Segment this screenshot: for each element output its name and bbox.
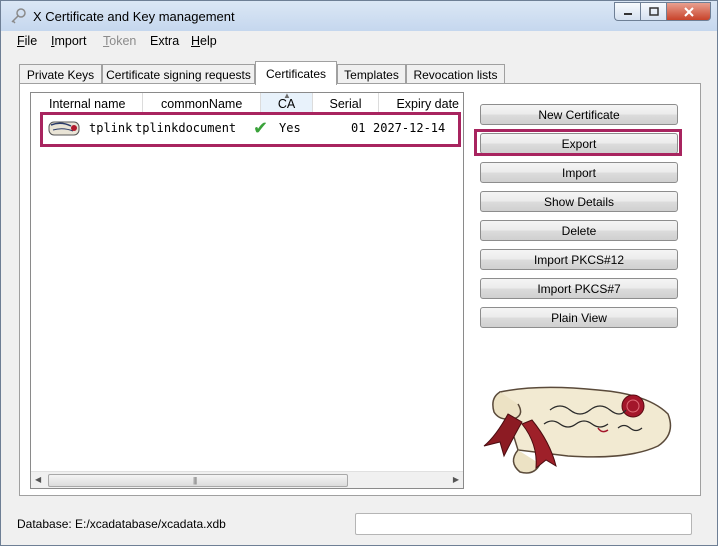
- horizontal-scrollbar[interactable]: ◀ ||| ▶: [31, 471, 463, 488]
- app-key-icon: [11, 8, 26, 24]
- menu-extra[interactable]: Extra: [150, 34, 179, 48]
- import-pkcs12-button[interactable]: Import PKCS#12: [480, 249, 678, 270]
- export-button-highlight: [474, 129, 682, 156]
- show-details-button[interactable]: Show Details: [480, 191, 678, 212]
- tab-certificates[interactable]: Certificates: [255, 61, 337, 85]
- plain-view-button[interactable]: Plain View: [480, 307, 678, 328]
- status-progress-field: [355, 513, 692, 535]
- tab-certificate-signing-requests[interactable]: Certificate signing requests: [102, 64, 255, 84]
- column-internal-name-label: Internal name: [49, 97, 126, 111]
- menu-import-label: mport: [54, 34, 87, 48]
- scrollbar-grip-icon: |||: [193, 476, 197, 485]
- import-pkcs7-button[interactable]: Import PKCS#7: [480, 278, 678, 299]
- menu-file-label: ile: [24, 34, 38, 48]
- menu-bar: File Import Token Extra Help: [1, 31, 717, 51]
- status-database: Database: E:/xcadatabase/xcadata.xdb: [17, 517, 226, 531]
- menu-help-mnemonic: H: [191, 34, 201, 48]
- tab-revocation-lists[interactable]: Revocation lists: [406, 64, 505, 84]
- certificate-scroll-logo: [483, 386, 672, 474]
- sort-ascending-icon: ▲: [283, 92, 291, 100]
- selected-row-highlight: [40, 112, 461, 147]
- tab-templates[interactable]: Templates: [337, 64, 406, 84]
- scroll-right-icon[interactable]: ▶: [453, 475, 459, 484]
- column-serial-label: Serial: [329, 97, 362, 111]
- close-icon: [683, 6, 694, 17]
- scrollbar-thumb[interactable]: |||: [48, 474, 348, 487]
- close-button[interactable]: [666, 2, 711, 21]
- menu-import[interactable]: Import: [51, 34, 86, 48]
- menu-help[interactable]: Help: [191, 34, 217, 48]
- menu-token[interactable]: Token: [103, 34, 136, 48]
- certificate-list[interactable]: Internal name commonName ▲ CA Serial Exp…: [30, 92, 464, 489]
- window-title: X Certificate and Key management: [33, 9, 235, 24]
- title-bar[interactable]: X Certificate and Key management: [1, 1, 717, 31]
- menu-file[interactable]: File: [17, 34, 37, 48]
- minimize-button[interactable]: [614, 2, 640, 21]
- minimize-icon: [623, 12, 632, 15]
- maximize-button[interactable]: [640, 2, 666, 21]
- delete-button[interactable]: Delete: [480, 220, 678, 241]
- menu-extra-label: Extra: [150, 34, 180, 48]
- scroll-left-icon[interactable]: ◀: [35, 475, 41, 484]
- new-certificate-button[interactable]: New Certificate: [480, 104, 678, 125]
- import-button[interactable]: Import: [480, 162, 678, 183]
- main-window: X Certificate and Key management File Im…: [0, 0, 718, 546]
- menu-file-mnemonic: F: [17, 34, 25, 48]
- maximize-icon: [648, 7, 659, 16]
- column-expiry-date-label: Expiry date: [396, 97, 459, 111]
- tab-private-keys[interactable]: Private Keys: [19, 64, 102, 84]
- menu-help-label: elp: [200, 34, 217, 48]
- menu-token-label: oken: [109, 34, 137, 48]
- column-common-name-label: commonName: [161, 97, 243, 111]
